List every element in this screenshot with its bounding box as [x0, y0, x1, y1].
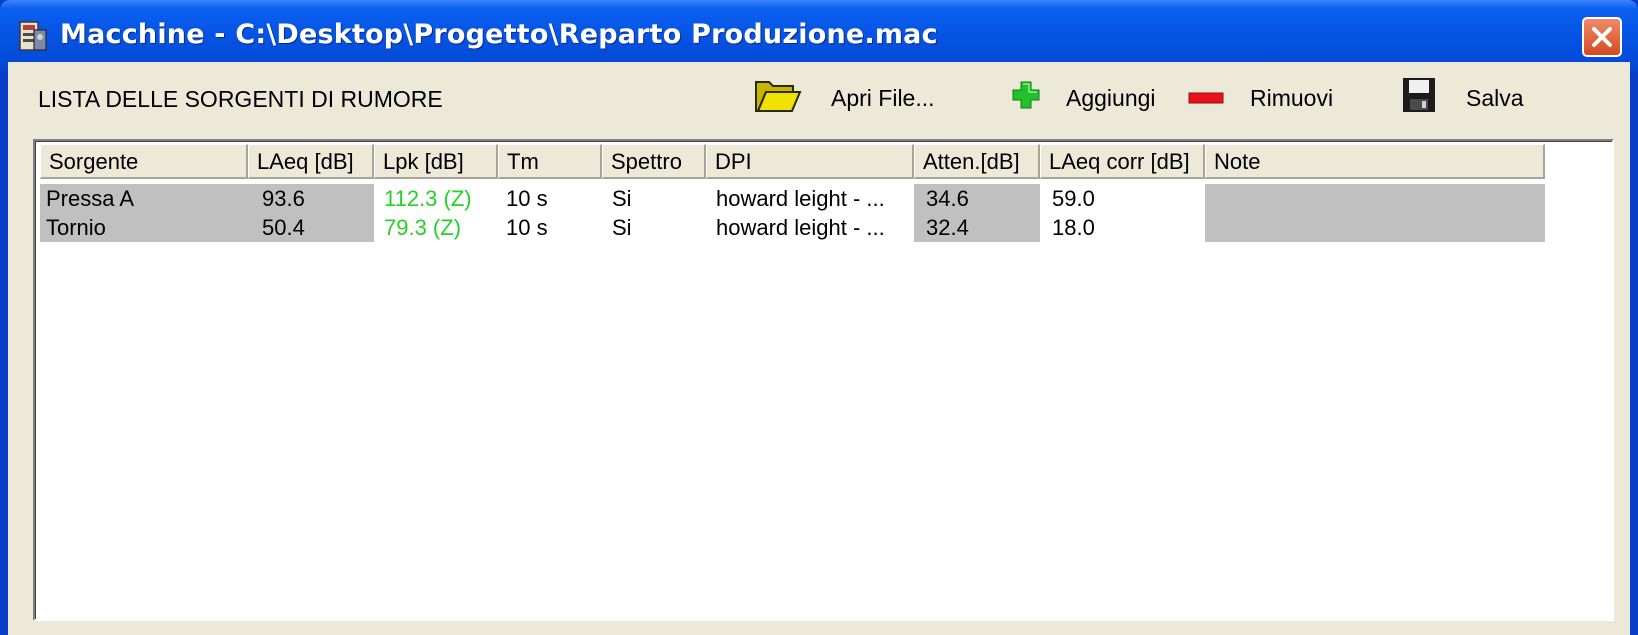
column-header-laeq-corr[interactable]: LAeq corr [dB] — [1040, 144, 1205, 179]
cell-lpk: 112.3 (Z) — [384, 186, 472, 211]
add-button[interactable]: Aggiungi — [1010, 76, 1156, 120]
cell-lpk: 79.3 (Z) — [384, 215, 462, 240]
open-file-label: Apri File... — [831, 84, 935, 111]
cell-laeq-corr: 59.0 — [1052, 186, 1095, 211]
column-header-laeq[interactable]: LAeq [dB] — [248, 144, 374, 179]
cell-note — [1205, 213, 1545, 242]
cell-dpi: howard leight - ... — [716, 215, 885, 240]
floppy-disk-icon — [1402, 77, 1436, 119]
folder-open-icon — [753, 76, 803, 120]
column-header-lpk[interactable]: Lpk [dB] — [374, 144, 498, 179]
column-header-sorgente[interactable]: Sorgente — [40, 144, 248, 179]
table-row[interactable]: Tornio 50.4 79.3 (Z) 10 s Si howard leig… — [40, 213, 1545, 242]
cell-tm: 10 s — [506, 215, 548, 240]
column-header-spettro[interactable]: Spettro — [602, 144, 706, 179]
save-button[interactable]: Salva — [1402, 76, 1524, 120]
close-button[interactable] — [1582, 17, 1622, 57]
open-file-button[interactable]: Apri File... — [753, 76, 935, 120]
cell-laeq-corr: 18.0 — [1052, 215, 1095, 240]
cell-atten: 32.4 — [914, 213, 1040, 242]
cell-sorgente: Pressa A — [40, 184, 248, 213]
remove-button[interactable]: Rimuovi — [1188, 76, 1333, 120]
column-header-tm[interactable]: Tm — [498, 144, 602, 179]
column-header-note[interactable]: Note — [1205, 144, 1545, 179]
cell-dpi: howard leight - ... — [716, 186, 885, 211]
column-header-dpi[interactable]: DPI — [706, 144, 914, 179]
minus-icon — [1188, 85, 1224, 112]
window-title: Macchine - C:\Desktop\Progetto\Reparto P… — [60, 19, 938, 50]
add-label: Aggiungi — [1066, 84, 1156, 111]
save-label: Salva — [1466, 84, 1524, 111]
table-row[interactable]: Pressa A 93.6 112.3 (Z) 10 s Si howard l… — [40, 184, 1545, 213]
cell-atten: 34.6 — [914, 184, 1040, 213]
noise-source-list[interactable]: Sorgente LAeq [dB] Lpk [dB] Tm Spettro D… — [33, 139, 1614, 621]
remove-label: Rimuovi — [1250, 84, 1334, 111]
list-heading: LISTA DELLE SORGENTI DI RUMORE — [38, 86, 443, 112]
plus-icon — [1010, 79, 1042, 117]
cell-tm: 10 s — [506, 186, 548, 211]
close-icon — [1592, 27, 1612, 47]
cell-laeq: 50.4 — [248, 213, 374, 242]
client-area: LISTA DELLE SORGENTI DI RUMORE Apri File… — [8, 62, 1630, 635]
list-header: Sorgente LAeq [dB] Lpk [dB] Tm Spettro D… — [40, 144, 1545, 179]
cell-spettro: Si — [612, 215, 632, 240]
cell-laeq: 93.6 — [248, 184, 374, 213]
cell-note — [1205, 184, 1545, 213]
app-window: Macchine - C:\Desktop\Progetto\Reparto P… — [0, 0, 1638, 635]
cell-sorgente: Tornio — [40, 213, 248, 242]
app-icon — [18, 20, 48, 54]
cell-spettro: Si — [612, 186, 632, 211]
column-header-atten[interactable]: Atten.[dB] — [914, 144, 1040, 179]
